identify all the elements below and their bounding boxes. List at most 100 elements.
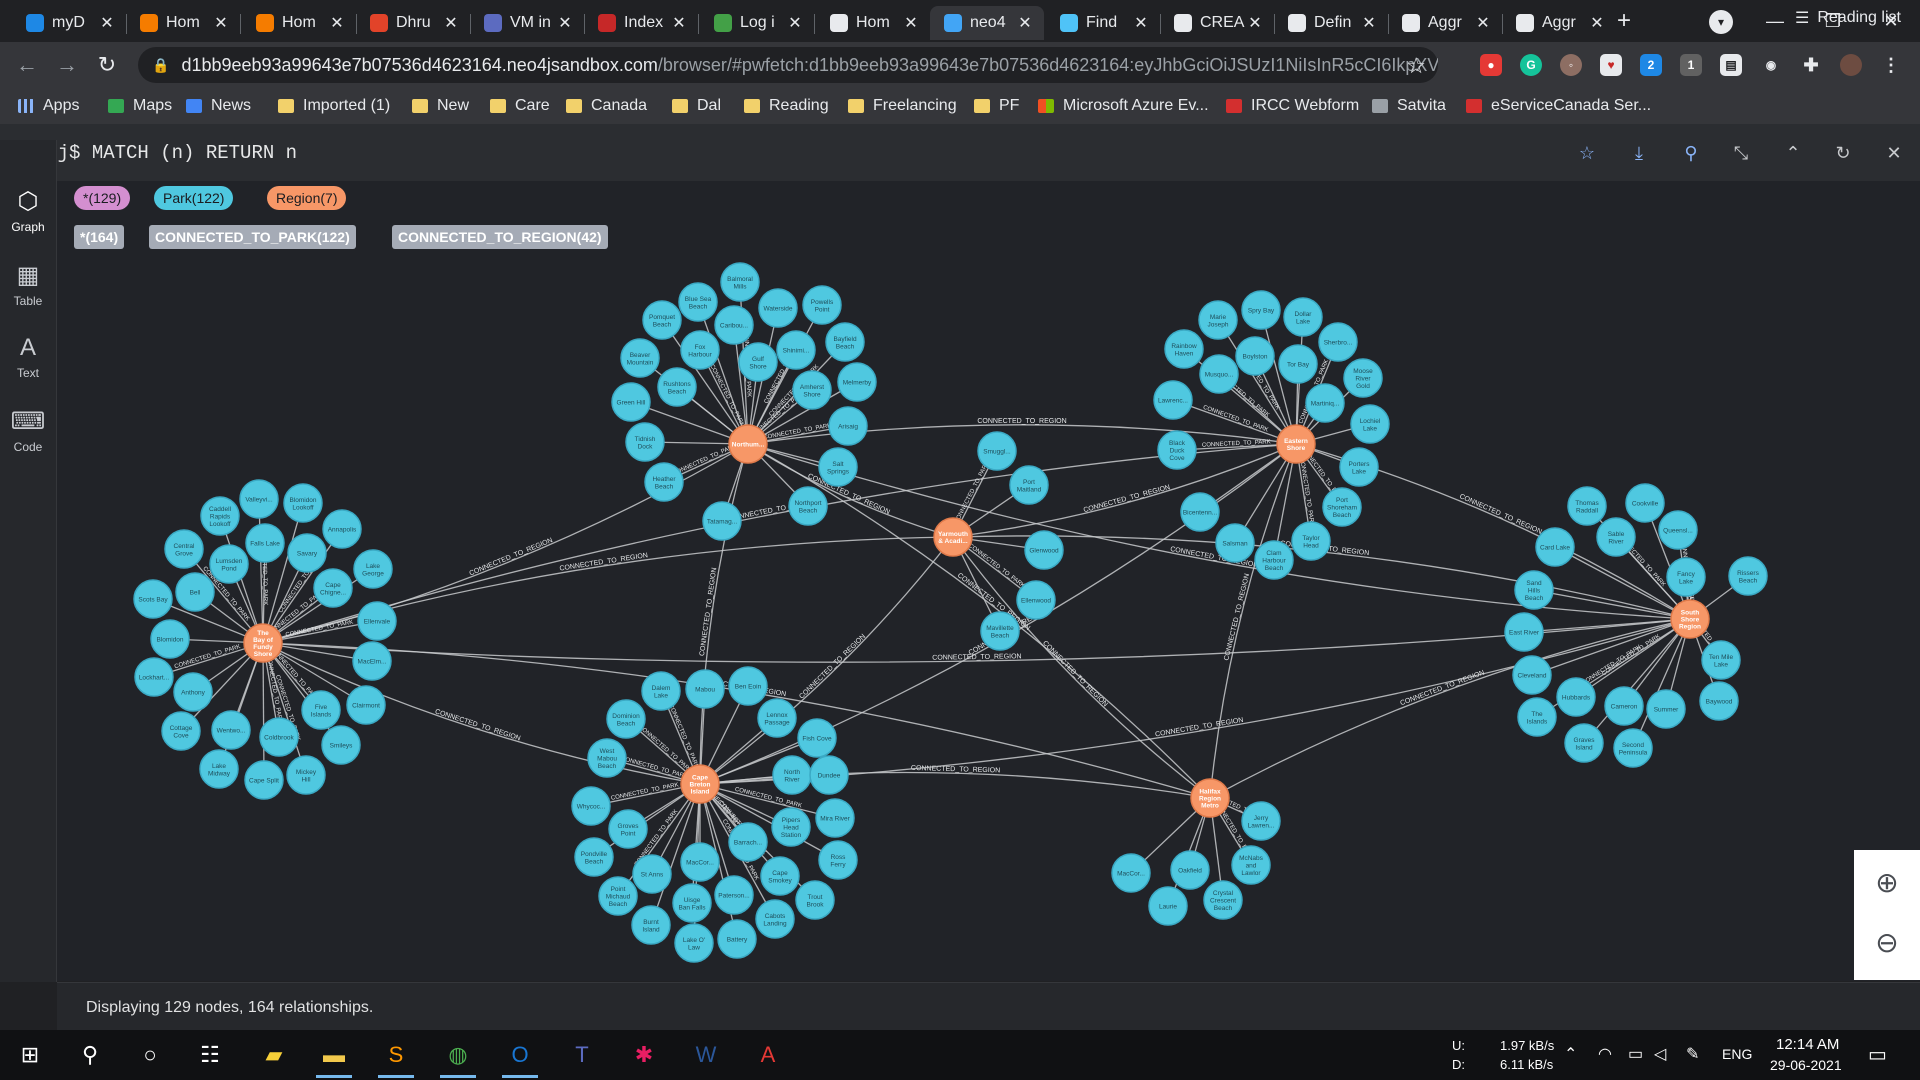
park-node[interactable]: TroutBrook <box>795 880 835 920</box>
pen-workspace-icon[interactable]: ✎ <box>1686 1044 1699 1064</box>
park-node[interactable]: Paterson... <box>714 875 754 915</box>
park-node[interactable]: Dundee <box>809 755 849 795</box>
park-node[interactable]: Smileys <box>321 725 361 765</box>
park-node[interactable]: UisgeBan Falls <box>672 883 712 923</box>
park-node[interactable]: PortersLake <box>1339 447 1379 487</box>
park-node[interactable]: ClamHarbourBeach <box>1254 540 1294 580</box>
park-node[interactable]: Valleyvi... <box>239 479 279 519</box>
park-node[interactable]: Green Hill <box>611 382 651 422</box>
park-node[interactable]: Laurie <box>1148 886 1188 926</box>
region-relationship[interactable] <box>262 443 1297 644</box>
notifications-icon[interactable]: ▭ <box>1868 1042 1887 1067</box>
chrome-icon[interactable]: ◍ <box>440 1038 476 1078</box>
park-node[interactable]: Cookville <box>1625 483 1665 523</box>
park-node[interactable]: Clairmont <box>346 685 386 725</box>
region-relationship[interactable] <box>1209 443 1297 799</box>
park-node[interactable]: CaddellRapidsLookoff <box>200 496 240 536</box>
park-node[interactable]: Falls Lake <box>245 523 285 563</box>
park-node[interactable]: Smuggl... <box>977 431 1017 471</box>
region-node[interactable]: CapeBretonIsland <box>680 764 720 804</box>
park-relationship[interactable] <box>218 642 264 770</box>
cortana-icon[interactable]: ○ <box>132 1038 168 1072</box>
park-node[interactable]: Annapolis <box>322 509 362 549</box>
park-node[interactable]: Arisaig <box>828 406 868 446</box>
park-node[interactable]: PortMaitland <box>1009 465 1049 505</box>
relationship-type-pill[interactable]: *(164) <box>74 225 125 249</box>
park-node[interactable]: Musquo... <box>1199 354 1239 394</box>
park-node[interactable]: PomquetBeach <box>642 300 682 340</box>
park-node[interactable]: NorthRiver <box>772 755 812 795</box>
park-node[interactable]: Coldbrook <box>259 717 299 757</box>
park-node[interactable]: Wentwo... <box>211 710 251 750</box>
outlook-icon[interactable]: O <box>502 1038 538 1078</box>
park-node[interactable]: CottageCove <box>161 711 201 751</box>
node-label-pill[interactable]: Park(122) <box>154 186 234 210</box>
tray-chevron-icon[interactable]: ⌃ <box>1564 1044 1577 1064</box>
park-node[interactable]: Melmerby <box>837 362 877 402</box>
park-node[interactable]: SecondPeninsula <box>1613 728 1653 768</box>
park-node[interactable]: Salsman <box>1215 523 1255 563</box>
park-node[interactable]: Oakfield <box>1170 850 1210 890</box>
park-node[interactable]: Ten MileLake <box>1701 640 1741 680</box>
park-node[interactable]: JerryLawren... <box>1241 801 1281 841</box>
region-node[interactable]: EasternShore <box>1276 424 1316 464</box>
park-node[interactable]: RissersBeach <box>1728 556 1768 596</box>
park-node[interactable]: MickeyHill <box>286 755 326 795</box>
slack-icon[interactable]: ✱ <box>626 1038 662 1072</box>
park-node[interactable]: MarieJoseph <box>1198 300 1238 340</box>
park-node[interactable]: Lake O'Law <box>674 923 714 963</box>
park-node[interactable]: Bicentenn... <box>1180 492 1220 532</box>
park-node[interactable]: LakeMidway <box>199 749 239 789</box>
region-relationship[interactable] <box>952 536 1211 799</box>
park-node[interactable]: Mabou <box>685 669 725 709</box>
relationship-type-pill[interactable]: CONNECTED_TO_REGION(42) <box>392 225 608 249</box>
park-node[interactable]: CrystalCrescentBeach <box>1203 880 1243 920</box>
search-icon[interactable]: ⚲ <box>72 1038 108 1072</box>
park-node[interactable]: FiveIslands <box>301 690 341 730</box>
windows-start-icon[interactable]: ⊞ <box>12 1038 48 1072</box>
teams-icon[interactable]: T <box>564 1038 600 1072</box>
park-node[interactable]: PortShorehamBeach <box>1322 487 1362 527</box>
view-tab-graph[interactable]: ⬡ Graph <box>0 188 56 234</box>
park-node[interactable]: MacCor... <box>1111 853 1151 893</box>
park-node[interactable]: TidnishDock <box>625 422 665 462</box>
park-node[interactable]: FoxHarbour <box>680 330 720 370</box>
park-node[interactable]: LochielLake <box>1350 404 1390 444</box>
park-node[interactable]: FancyLake <box>1666 557 1706 597</box>
park-node[interactable]: Battery <box>717 919 757 959</box>
park-node[interactable]: CentralGrove <box>164 529 204 569</box>
park-node[interactable]: Hubbards <box>1556 677 1596 717</box>
park-node[interactable]: PowellsPoint <box>802 285 842 325</box>
park-node[interactable]: Barrach... <box>728 822 768 862</box>
park-node[interactable]: MooseRiverGold <box>1343 358 1383 398</box>
park-node[interactable]: GrovesPoint <box>608 809 648 849</box>
park-node[interactable]: AmherstShore <box>792 370 832 410</box>
park-node[interactable]: CapeChigne... <box>313 568 353 608</box>
park-node[interactable]: East River <box>1504 612 1544 652</box>
park-node[interactable]: Whycoc... <box>571 786 611 826</box>
file-explorer-icon[interactable]: ▬ <box>316 1038 352 1078</box>
park-node[interactable]: St Anns <box>632 854 672 894</box>
park-node[interactable]: BlomidonLookoff <box>283 483 323 523</box>
park-node[interactable]: RossFerry <box>818 840 858 880</box>
graph-visualization[interactable]: CONNECTED_TO_REGION CONNECTED_TO_REGION CO… <box>0 0 1920 1030</box>
park-node[interactable]: Tatamag... <box>702 501 742 541</box>
region-node[interactable]: TheBay ofFundyShore <box>243 623 283 663</box>
park-node[interactable]: CapeSmokey <box>760 856 800 896</box>
park-node[interactable]: Lawrenc... <box>1153 380 1193 420</box>
acrobat-icon[interactable]: A <box>750 1038 786 1072</box>
park-node[interactable]: Boylston <box>1235 336 1275 376</box>
park-node[interactable]: Shinimi... <box>776 330 816 370</box>
zoom-out-icon[interactable]: ⊖ <box>1868 924 1906 962</box>
park-node[interactable]: BlackDuckCove <box>1157 430 1197 470</box>
clock-time[interactable]: 12:14 AM <box>1776 1036 1839 1053</box>
park-node[interactable]: DalemLake <box>641 671 681 711</box>
park-node[interactable]: Ellenwood <box>1016 580 1056 620</box>
park-node[interactable]: Summer <box>1646 689 1686 729</box>
park-node[interactable]: Caribou... <box>714 305 754 345</box>
region-node[interactable]: HalifaxRegionMetro <box>1190 778 1230 818</box>
park-node[interactable]: LumsdenPond <box>209 544 249 584</box>
park-node[interactable]: HeatherBeach <box>644 462 684 502</box>
park-node[interactable]: DollarLake <box>1283 297 1323 337</box>
region-node[interactable]: Yarmouth& Acadi... <box>933 517 973 557</box>
